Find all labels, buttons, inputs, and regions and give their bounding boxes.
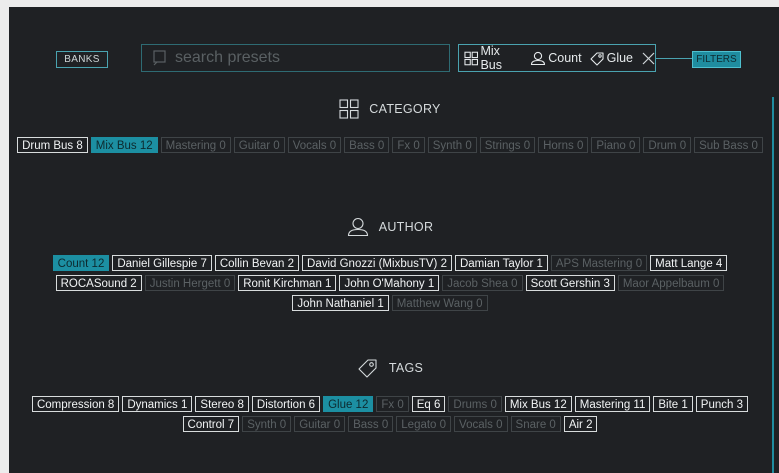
filter-tag[interactable]: Drum 0 bbox=[643, 137, 692, 153]
filter-tag[interactable]: Maor Appelbaum 0 bbox=[617, 275, 725, 291]
category-section: CATEGORY Drum Bus 8 Mix Bus 12 Mastering 0… bbox=[9, 98, 771, 153]
filter-tag[interactable]: Sub Bass 0 bbox=[694, 137, 763, 153]
filter-tag[interactable]: Piano 0 bbox=[591, 137, 641, 153]
filter-tag[interactable]: John O'Mahony 1 bbox=[339, 275, 440, 291]
filters-button[interactable]: FILTERS bbox=[692, 51, 741, 68]
grid-icon bbox=[464, 51, 479, 65]
filter-tag[interactable]: Collin Bevan 2 bbox=[214, 255, 300, 271]
filter-tag[interactable]: Synth 0 bbox=[427, 137, 477, 153]
filter-tag[interactable]: Vocals 0 bbox=[287, 137, 342, 153]
filter-tag[interactable]: Dynamics 1 bbox=[122, 396, 193, 412]
filter-tag[interactable]: Legato 0 bbox=[396, 416, 452, 432]
filter-tag[interactable]: Ronit Kirchman 1 bbox=[238, 275, 337, 291]
filter-tag[interactable]: Damian Taylor 1 bbox=[454, 255, 548, 271]
filter-tag[interactable]: APS Mastering 0 bbox=[550, 255, 648, 271]
filter-tag[interactable]: Fx 0 bbox=[392, 137, 425, 153]
filter-tag[interactable]: Synth 0 bbox=[242, 416, 292, 432]
active-filters-bar: Mix Bus Count Glue bbox=[458, 44, 656, 72]
filter-tag[interactable]: Bass 0 bbox=[344, 137, 390, 153]
tag-icon bbox=[590, 51, 604, 66]
search-input[interactable] bbox=[173, 48, 437, 68]
preset-browser-panel: BANKS Mix Bus bbox=[9, 7, 779, 473]
user-icon bbox=[347, 217, 368, 237]
filter-tag[interactable]: Mastering 0 bbox=[160, 137, 231, 153]
filter-tag[interactable]: Count 12 bbox=[52, 255, 110, 271]
filter-tag[interactable]: Distortion 6 bbox=[251, 396, 321, 412]
author-section: AUTHOR Count 12 Daniel Gillespie 7 Collin … bbox=[9, 216, 771, 311]
search-box[interactable] bbox=[141, 44, 450, 72]
filter-tag[interactable]: Mastering 11 bbox=[574, 396, 651, 412]
tags-section: TAGS Compression 8 Dynamics 1 Stereo 8 Dist… bbox=[9, 357, 771, 432]
filter-tag[interactable]: Guitar 0 bbox=[294, 416, 346, 432]
filter-tag[interactable]: Jacob Shea 0 bbox=[442, 275, 523, 291]
filter-tag[interactable]: Matt Lange 4 bbox=[650, 255, 728, 271]
grid-icon bbox=[339, 99, 359, 119]
filter-tag[interactable]: John Nathaniel 1 bbox=[292, 295, 389, 311]
category-list: Drum Bus 8 Mix Bus 12 Mastering 0 Guitar 0V… bbox=[9, 137, 771, 153]
section-title: AUTHOR bbox=[378, 220, 434, 234]
section-title: TAGS bbox=[388, 361, 424, 375]
filter-tag[interactable]: Horns 0 bbox=[538, 137, 589, 153]
filter-tag[interactable]: Bass 0 bbox=[348, 416, 394, 432]
filter-tag[interactable]: David Gnozzi (MixbusTV) 2 bbox=[302, 255, 452, 271]
active-filter-tag[interactable]: Glue bbox=[589, 51, 633, 66]
filter-tag[interactable]: Guitar 0 bbox=[233, 137, 285, 153]
author-header: AUTHOR bbox=[9, 216, 771, 238]
filter-tag[interactable]: Air 2 bbox=[563, 416, 598, 432]
scrollbar[interactable] bbox=[772, 97, 774, 473]
filters-connector bbox=[656, 58, 692, 59]
filter-tag[interactable]: Glue 12 bbox=[323, 396, 374, 412]
author-list: Count 12 Daniel Gillespie 7 Collin Bevan 2… bbox=[9, 255, 771, 311]
active-filter-label: Mix Bus bbox=[480, 44, 502, 72]
tag-icon bbox=[358, 359, 377, 378]
filter-tag[interactable]: Mix Bus 12 bbox=[90, 137, 158, 153]
filter-tag[interactable]: Strings 0 bbox=[479, 137, 536, 153]
filter-tag[interactable]: Punch 3 bbox=[695, 396, 748, 412]
filter-tag[interactable]: Daniel Gillespie 7 bbox=[112, 255, 212, 271]
filter-tag[interactable]: Control 7 bbox=[182, 416, 240, 432]
toolbar: BANKS Mix Bus bbox=[9, 7, 779, 77]
active-filter-label: Glue bbox=[606, 51, 633, 65]
tags-header: TAGS bbox=[9, 357, 771, 379]
filter-tag[interactable]: Vocals 0 bbox=[454, 416, 508, 432]
category-header: CATEGORY bbox=[9, 98, 771, 120]
filter-tag[interactable]: Mix Bus 12 bbox=[504, 396, 572, 412]
banks-button[interactable]: BANKS bbox=[56, 51, 108, 68]
active-filter-label: Count bbox=[548, 51, 582, 65]
filter-tag[interactable]: Scott Gershin 3 bbox=[525, 275, 615, 291]
filter-tag[interactable]: Bite 1 bbox=[653, 396, 693, 412]
filter-tag[interactable]: Justin Hergett 0 bbox=[144, 275, 236, 291]
filter-tag[interactable]: Drum Bus 8 bbox=[17, 137, 88, 153]
active-filter-author[interactable]: Count bbox=[530, 51, 582, 66]
filter-tag[interactable]: Drums 0 bbox=[448, 396, 502, 412]
search-icon bbox=[153, 50, 166, 66]
clear-filters-icon[interactable] bbox=[642, 52, 655, 65]
active-filter-category[interactable]: Mix Bus bbox=[464, 44, 523, 72]
user-icon bbox=[531, 51, 546, 65]
filter-tag[interactable]: Matthew Wang 0 bbox=[391, 295, 488, 311]
section-title: CATEGORY bbox=[369, 102, 441, 116]
filter-tag[interactable]: Snare 0 bbox=[510, 416, 561, 432]
filter-tag[interactable]: Compression 8 bbox=[31, 396, 120, 412]
tags-list: Compression 8 Dynamics 1 Stereo 8 Distortio… bbox=[9, 396, 771, 432]
filter-tag[interactable]: Eq 6 bbox=[411, 396, 446, 412]
filter-tag[interactable]: Stereo 8 bbox=[195, 396, 249, 412]
filter-tag[interactable]: ROCASound 2 bbox=[55, 275, 142, 291]
filter-tag[interactable]: Fx 0 bbox=[376, 396, 409, 412]
